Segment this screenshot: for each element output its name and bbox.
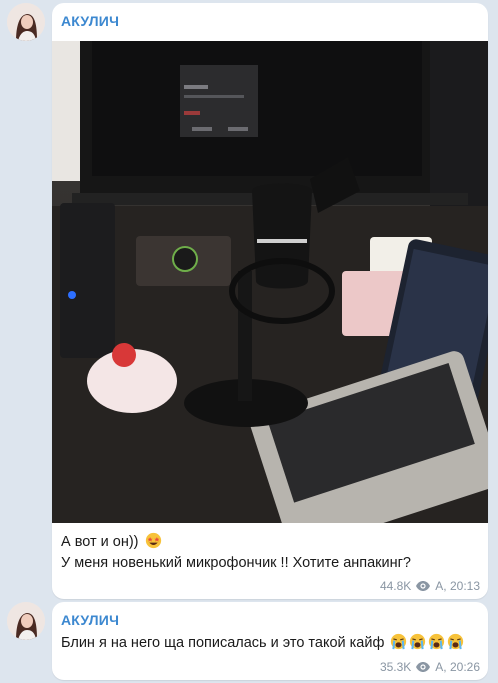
loudly-crying-emoji <box>448 633 464 650</box>
message-text: А вот и он)) <box>61 534 139 550</box>
message-bubble[interactable]: АКУЛИЧ А вот и он)) У меня новенький мик… <box>52 3 488 599</box>
loudly-crying-emoji <box>391 633 407 650</box>
author-time: А, 20:13 <box>435 579 480 593</box>
message-photo[interactable] <box>52 41 488 523</box>
view-count: 35.3K <box>379 660 412 674</box>
message-meta: 35.3K А, 20:26 <box>380 660 480 674</box>
message-bubble[interactable]: АКУЛИЧ Блин я на него ща пописалась и эт… <box>52 602 488 680</box>
sender-name[interactable]: АКУЛИЧ <box>61 13 119 29</box>
loudly-crying-emoji <box>410 633 426 650</box>
channel-avatar[interactable] <box>7 602 45 640</box>
message-text-line-2: У меня новенький микрофончик !! Хотите а… <box>61 555 411 571</box>
eye-icon <box>416 581 431 591</box>
message-text-line-1: Блин я на него ща пописалась и это такой… <box>61 633 464 654</box>
author-time: А, 20:26 <box>435 660 480 674</box>
avatar-image <box>7 602 45 640</box>
avatar-image <box>7 3 45 41</box>
star-struck-emoji <box>145 532 161 549</box>
message-meta: 44.8K А, 20:13 <box>380 579 480 593</box>
loudly-crying-emoji <box>429 633 445 650</box>
channel-avatar[interactable] <box>7 3 45 41</box>
message-text: Блин я на него ща пописалась и это такой… <box>61 635 385 651</box>
sender-name[interactable]: АКУЛИЧ <box>61 612 119 628</box>
view-count: 44.8K <box>379 579 412 593</box>
message-text-line-1: А вот и он)) <box>61 532 162 553</box>
eye-icon <box>416 662 431 672</box>
